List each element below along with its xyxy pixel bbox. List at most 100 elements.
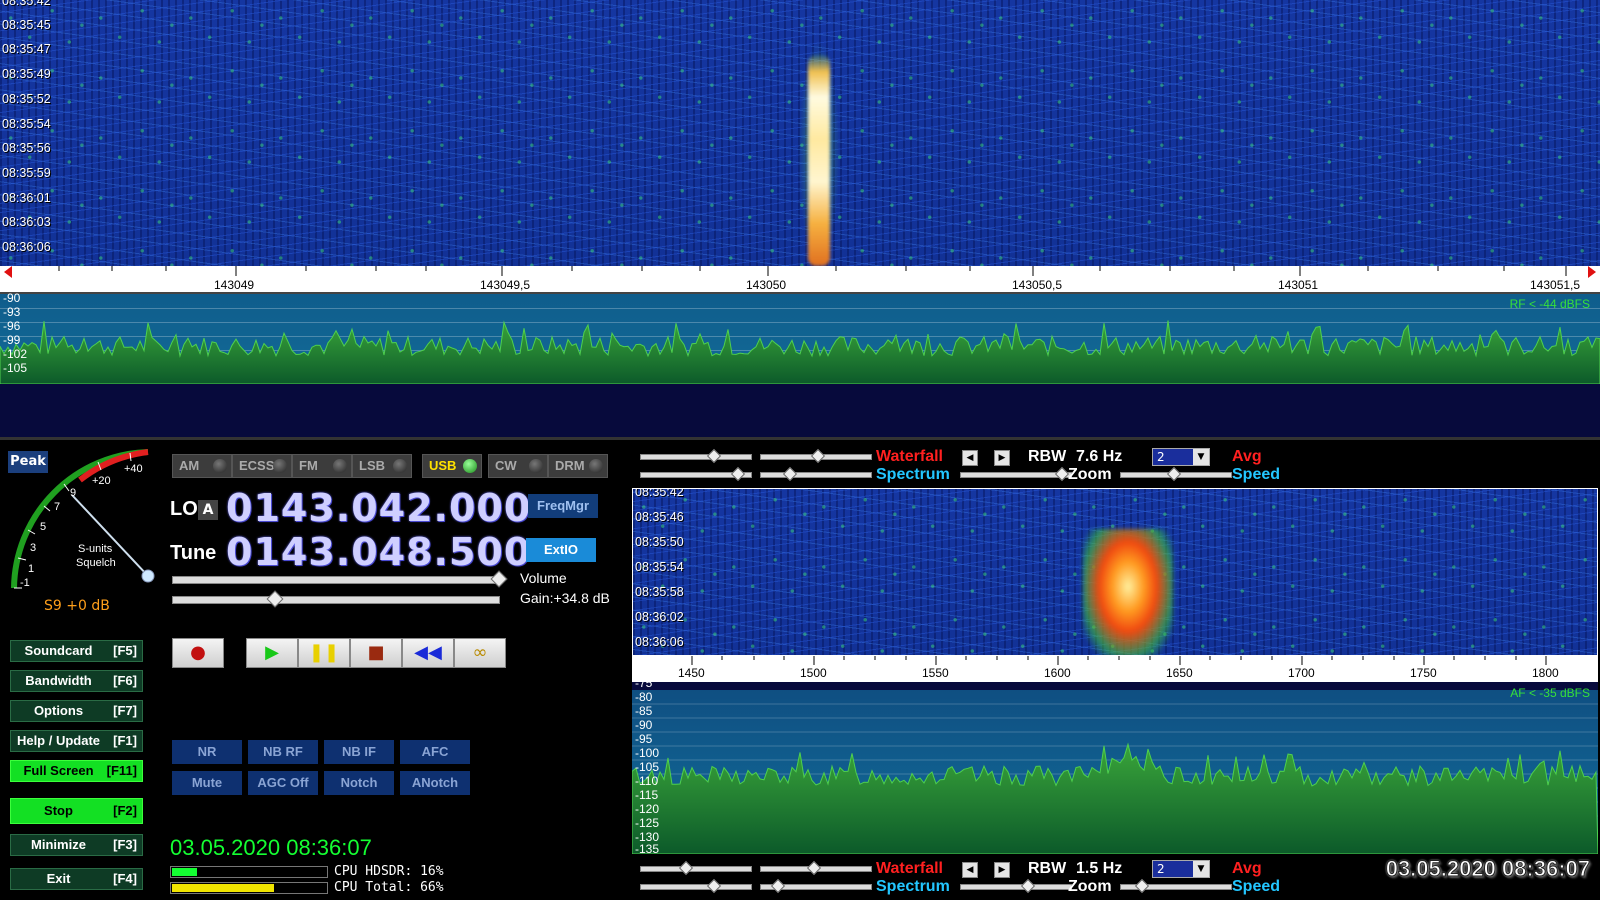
- rbw-right-arrow-icon[interactable]: ▶: [994, 862, 1010, 878]
- extio-button[interactable]: ExtIO: [526, 538, 596, 562]
- squelch-handle: [141, 569, 155, 583]
- s-meter-scale-label: -1: [20, 577, 30, 589]
- rewind-button[interactable]: ◀◀: [402, 638, 454, 668]
- waterfall-level-slider-bottom[interactable]: [640, 860, 752, 876]
- lo-a-badge[interactable]: A: [198, 500, 218, 520]
- zoom-slider[interactable]: [960, 466, 1072, 482]
- slider-thumb[interactable]: [706, 448, 722, 464]
- slider-thumb[interactable]: [1020, 878, 1036, 894]
- rbw-label: RBW: [1028, 448, 1067, 465]
- rf-waterfall[interactable]: 08:35:42 08:35:45 08:35:47 08:35:49 08:3…: [0, 0, 1600, 266]
- bandwidth-button[interactable]: Bandwidth [F6]: [10, 670, 143, 692]
- record-button[interactable]: ●: [172, 638, 224, 668]
- mode-lsb-button[interactable]: LSB: [352, 454, 412, 478]
- slider-thumb[interactable]: [1134, 878, 1150, 894]
- rf-db-label: -90: [3, 291, 21, 305]
- help-update-button[interactable]: Help / Update [F1]: [10, 730, 143, 752]
- nb-if-button[interactable]: NB IF: [324, 740, 394, 764]
- slider-thumb[interactable]: [782, 466, 798, 482]
- af-db-label: -125: [635, 816, 660, 830]
- mode-label: AM: [179, 458, 200, 473]
- slider-thumb[interactable]: [1166, 466, 1182, 482]
- zoom-slider-bottom[interactable]: [960, 878, 1072, 894]
- avg-select[interactable]: 2 ▼: [1152, 448, 1210, 466]
- spectrum-contrast-slider-bottom[interactable]: [760, 878, 872, 894]
- stop-button[interactable]: Stop [F2]: [10, 798, 143, 824]
- af-spectrum[interactable]: -75 -80 -85 -90 -95 -100 -105 -110 -115 …: [632, 676, 1598, 856]
- loop-button[interactable]: ∞: [454, 638, 506, 668]
- slider-thumb[interactable]: [706, 878, 722, 894]
- rf-frequency-scale[interactable]: 143049 143049,5 143050 143050,5 143051 1…: [0, 266, 1600, 294]
- mode-led-icon: [333, 459, 347, 473]
- waterfall-contrast-slider-bottom[interactable]: [760, 860, 872, 876]
- agc-off-button[interactable]: AGC Off: [248, 771, 318, 795]
- mode-drm-button[interactable]: DRM: [548, 454, 608, 478]
- notch-button[interactable]: Notch: [324, 771, 394, 795]
- waterfall-level-slider[interactable]: [640, 448, 752, 464]
- stop-playback-button[interactable]: ■: [350, 638, 402, 668]
- slider-thumb[interactable]: [678, 860, 694, 876]
- slider-thumb[interactable]: [810, 448, 826, 464]
- mode-cw-button[interactable]: CW: [488, 454, 548, 478]
- options-button[interactable]: Options [F7]: [10, 700, 143, 722]
- slider-thumb[interactable]: [770, 878, 786, 894]
- slider-thumb[interactable]: [1054, 466, 1070, 482]
- rf-spectrum[interactable]: -90 -93 -96 -99 -102 -105 RF < -44 dBFS: [0, 291, 1600, 440]
- af-db-label: -135: [635, 842, 660, 856]
- minimize-button[interactable]: Minimize [F3]: [10, 834, 143, 856]
- mode-fm-button[interactable]: FM: [292, 454, 352, 478]
- af-scale-ticks: [691, 656, 1547, 665]
- speed-slider-bottom[interactable]: [1120, 878, 1232, 894]
- full-screen-button[interactable]: Full Screen [F11]: [10, 760, 143, 782]
- nr-button[interactable]: NR: [172, 740, 242, 764]
- nb-rf-button[interactable]: NB RF: [248, 740, 318, 764]
- cpu-total-bar: [172, 884, 274, 892]
- waterfall-contrast-slider[interactable]: [760, 448, 872, 464]
- afc-button[interactable]: AFC: [400, 740, 470, 764]
- pause-button[interactable]: ❚❚: [298, 638, 350, 668]
- cpu-hdsdr-text: CPU HDSDR: 16%: [334, 864, 444, 879]
- tune-frequency-display[interactable]: 0143.048.500: [226, 530, 531, 574]
- rf-scale-label: 143050,5: [1012, 278, 1063, 292]
- af-frequency-scale[interactable]: 1450 1500 1550 1600 1650 1700 1750 1800: [632, 656, 1598, 682]
- slider-thumb[interactable]: [730, 466, 746, 482]
- tune-label: Tune: [170, 542, 217, 564]
- record-icon: ●: [190, 642, 206, 663]
- anotch-button[interactable]: ANotch: [400, 771, 470, 795]
- spectrum-level-slider[interactable]: [640, 466, 752, 482]
- mode-label: LSB: [359, 458, 385, 473]
- tune-slider[interactable]: [172, 570, 508, 588]
- shortcut-key: [F3]: [113, 837, 137, 852]
- rf-time-label: 08:35:59: [2, 166, 51, 180]
- button-label: Soundcard: [24, 643, 93, 658]
- rbw-right-arrow-icon[interactable]: ▶: [994, 450, 1010, 466]
- s-meter[interactable]: -1 1 3 5 7 9 +20 +40 S-units Squelch: [0, 440, 160, 600]
- af-level-readout: AF < -35 dBFS: [1510, 686, 1590, 700]
- mode-ecss-button[interactable]: ECSS: [232, 454, 292, 478]
- spectrum-level-slider-bottom[interactable]: [640, 878, 752, 894]
- af-waterfall[interactable]: 08:35:42 08:35:46 08:35:50 08:35:54 08:3…: [632, 488, 1598, 656]
- speed-slider[interactable]: [1120, 466, 1232, 482]
- exit-button[interactable]: Exit [F4]: [10, 868, 143, 890]
- avg-select-bottom[interactable]: 2 ▼: [1152, 860, 1210, 878]
- spectrum-contrast-slider[interactable]: [760, 466, 872, 482]
- volume-slider[interactable]: [172, 590, 500, 608]
- rbw-left-arrow-icon[interactable]: ◀: [962, 862, 978, 878]
- soundcard-button[interactable]: Soundcard [F5]: [10, 640, 143, 662]
- mode-usb-button[interactable]: USB: [422, 454, 482, 478]
- freqmgr-button[interactable]: FreqMgr: [528, 494, 598, 518]
- af-time-label: 08:35:42: [635, 488, 684, 499]
- af-scale-label: 1600: [1044, 666, 1071, 680]
- s-meter-scale-label: 5: [40, 521, 46, 533]
- slider-thumb[interactable]: [266, 590, 284, 608]
- shortcut-key: [F7]: [113, 703, 137, 718]
- play-button[interactable]: ▶: [246, 638, 298, 668]
- rbw-left-arrow-icon[interactable]: ◀: [962, 450, 978, 466]
- af-db-label: -120: [635, 802, 660, 816]
- mute-button[interactable]: Mute: [172, 771, 242, 795]
- slider-thumb[interactable]: [806, 860, 822, 876]
- mode-am-button[interactable]: AM: [172, 454, 232, 478]
- volume-label: Volume: [520, 570, 567, 586]
- lo-frequency-display[interactable]: 0143.042.000: [226, 486, 531, 530]
- mode-label: USB: [429, 458, 457, 473]
